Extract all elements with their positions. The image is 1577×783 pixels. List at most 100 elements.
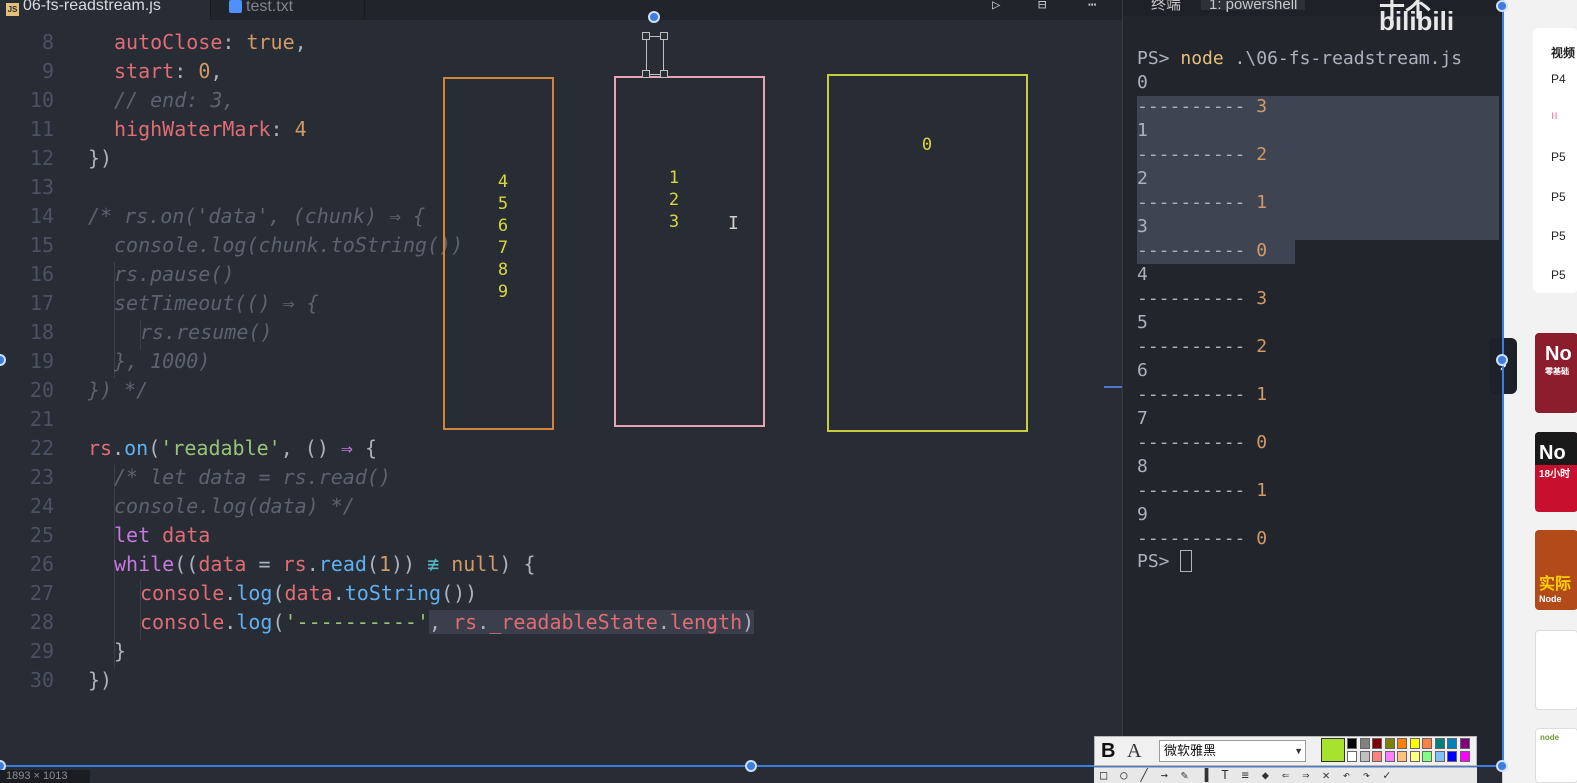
editor-tab-bar: JS 06-fs-readstream.js test.txt ▷ ⊟ ⋯ xyxy=(0,0,1122,20)
terminal-output-length: ---------- 3 xyxy=(1137,288,1268,309)
font-select[interactable]: 微软雅黑 ▼ xyxy=(1159,740,1306,762)
color-swatch[interactable] xyxy=(1372,751,1382,762)
color-swatch[interactable] xyxy=(1372,738,1382,749)
tab-readstream-js[interactable]: JS 06-fs-readstream.js xyxy=(0,0,210,20)
playlist-item[interactable]: P4 xyxy=(1551,72,1566,86)
terminal-output-value: 3 xyxy=(1137,216,1148,237)
resize-handle[interactable] xyxy=(660,70,668,78)
playlist-item[interactable]: P5 xyxy=(1551,150,1566,164)
recommended-video-thumb[interactable]: node xyxy=(1535,728,1577,783)
color-swatch[interactable] xyxy=(1422,751,1432,762)
playlist-item-current[interactable]: ıı xyxy=(1551,108,1558,122)
recommended-video-thumb[interactable]: No 零基础 xyxy=(1535,333,1577,413)
terminal-output-value: 5 xyxy=(1137,312,1148,333)
code-line: 29} xyxy=(29,639,127,663)
terminal-output-length: ---------- 1 xyxy=(1137,480,1268,501)
color-swatch[interactable] xyxy=(1359,751,1370,762)
terminal-output-length: ---------- 0 xyxy=(1137,528,1268,549)
color-swatch[interactable] xyxy=(1409,751,1420,762)
code-line: 23/* let data = rs.read() xyxy=(29,465,391,489)
selection-handle[interactable] xyxy=(745,760,757,772)
color-swatch[interactable] xyxy=(1434,751,1445,762)
color-swatch[interactable] xyxy=(1459,738,1470,749)
terminal-tab[interactable]: 终端 xyxy=(1151,0,1181,12)
recommended-video-thumb[interactable]: No 18小时 xyxy=(1535,432,1577,512)
color-swatch[interactable] xyxy=(1359,738,1370,749)
color-swatch[interactable] xyxy=(1397,738,1407,749)
recommended-video-thumb[interactable] xyxy=(1535,630,1577,710)
selection-handle[interactable] xyxy=(1496,760,1508,772)
selection-size-label: 1893 × 1013 xyxy=(0,770,90,783)
recommended-video-thumb[interactable]: 实际 Node xyxy=(1535,530,1577,610)
tab-label: 06-fs-readstream.js xyxy=(23,0,161,14)
terminal-output-value: 0 xyxy=(1137,72,1148,93)
color-palette xyxy=(1347,738,1473,764)
terminal-select[interactable]: 1: powershell xyxy=(1201,0,1306,12)
code-line: 27 console.log(data.toString()) xyxy=(29,581,478,605)
tab-test-txt[interactable]: test.txt xyxy=(210,0,365,20)
terminal-output-value: 9 xyxy=(1137,504,1148,525)
buffer-box-pink xyxy=(614,76,765,427)
tab-label: test.txt xyxy=(246,0,294,15)
playlist-header: 视频 xyxy=(1551,46,1576,60)
terminal-output-value: 7 xyxy=(1137,408,1148,429)
font-style-button[interactable]: A xyxy=(1127,740,1141,763)
terminal-prompt-line[interactable]: PS> xyxy=(1137,550,1193,574)
color-swatch[interactable] xyxy=(1347,751,1357,762)
color-swatch[interactable] xyxy=(1384,751,1395,762)
text-cursor-icon: I xyxy=(728,213,739,234)
drawing-tools-row[interactable]: □○╱→✎▐T≡◆⇐⇒✕↶↷✓ xyxy=(1094,767,1477,783)
playlist-item[interactable]: P5 xyxy=(1551,268,1566,282)
color-swatch[interactable] xyxy=(1384,738,1395,749)
chevron-down-icon: ▼ xyxy=(1294,746,1303,756)
buffer-box-yellow-numbers: 0 xyxy=(921,135,933,155)
selection-handle[interactable] xyxy=(648,11,660,23)
terminal-command-line: PS> node .\06-fs-readstream.js xyxy=(1137,48,1463,69)
code-line: 25 let data xyxy=(29,523,211,547)
video-sidebar: › 视频 P4 ıı P5 P5 P5 P5 No 零基础 No 18小时 实际… xyxy=(1489,0,1577,783)
terminal-output-value: 2 xyxy=(1137,168,1148,189)
resize-handle[interactable] xyxy=(642,32,650,40)
color-swatch[interactable] xyxy=(1422,738,1432,749)
playlist-item[interactable]: P5 xyxy=(1551,229,1566,243)
terminal-header: 终端 1: powershell 干不 bilibili xyxy=(1123,0,1503,34)
color-swatch[interactable] xyxy=(1434,738,1445,749)
terminal-output-length: ---------- 1 xyxy=(1137,384,1268,405)
terminal-output-length: ---------- 0 xyxy=(1137,240,1268,261)
code-line: 22 rs.on('readable', () ⇒ { xyxy=(29,436,378,460)
resize-handle[interactable] xyxy=(660,32,668,40)
bilibili-watermark: 干不 bilibili xyxy=(1379,0,1455,36)
code-line: 28 console.log('----------', rs._readable… xyxy=(29,610,755,634)
buffer-box-orange-numbers: 4 5 6 7 8 9 xyxy=(497,172,509,302)
resize-handle[interactable] xyxy=(642,70,650,78)
js-file-icon: JS xyxy=(6,3,19,16)
terminal-output-value: 6 xyxy=(1137,360,1148,381)
code-editor[interactable]: 8 autoClose: true, 9 start: 0, 10// end: 3… xyxy=(0,20,1122,765)
color-swatch[interactable] xyxy=(1347,738,1357,749)
code-line: 30}) xyxy=(29,668,113,692)
terminal-output-length: ---------- 0 xyxy=(1137,432,1268,453)
color-swatch[interactable] xyxy=(1459,751,1470,762)
annotation-toolbar: B A 微软雅黑 ▼ xyxy=(1094,736,1477,766)
scroll-marker xyxy=(1104,386,1122,388)
terminal-panel[interactable]: 终端 1: powershell 干不 bilibili PS> node .\… xyxy=(1122,0,1503,765)
terminal-output-length: ---------- 2 xyxy=(1137,336,1268,357)
color-swatch[interactable] xyxy=(1409,738,1420,749)
terminal-cursor xyxy=(1180,550,1193,572)
color-swatch[interactable] xyxy=(1397,751,1407,762)
terminal-output-length: ---------- 1 xyxy=(1137,192,1268,213)
selection-handle[interactable] xyxy=(1496,0,1508,12)
color-swatch[interactable] xyxy=(1447,751,1457,762)
selection-handle[interactable] xyxy=(1496,354,1508,366)
playlist-item[interactable]: P5 xyxy=(1551,190,1566,204)
bold-button[interactable]: B xyxy=(1101,740,1115,763)
run-icon[interactable]: ▷ xyxy=(992,0,1000,12)
current-color-swatch[interactable] xyxy=(1321,738,1345,762)
text-file-icon xyxy=(229,0,242,13)
color-swatch[interactable] xyxy=(1447,738,1457,749)
terminal-output-value: 4 xyxy=(1137,264,1148,285)
terminal-output-length: ---------- 3 xyxy=(1137,96,1268,117)
split-editor-icon[interactable]: ⊟ xyxy=(1038,0,1046,12)
more-actions-icon[interactable]: ⋯ xyxy=(1088,0,1096,12)
terminal-output-length: ---------- 2 xyxy=(1137,144,1268,165)
